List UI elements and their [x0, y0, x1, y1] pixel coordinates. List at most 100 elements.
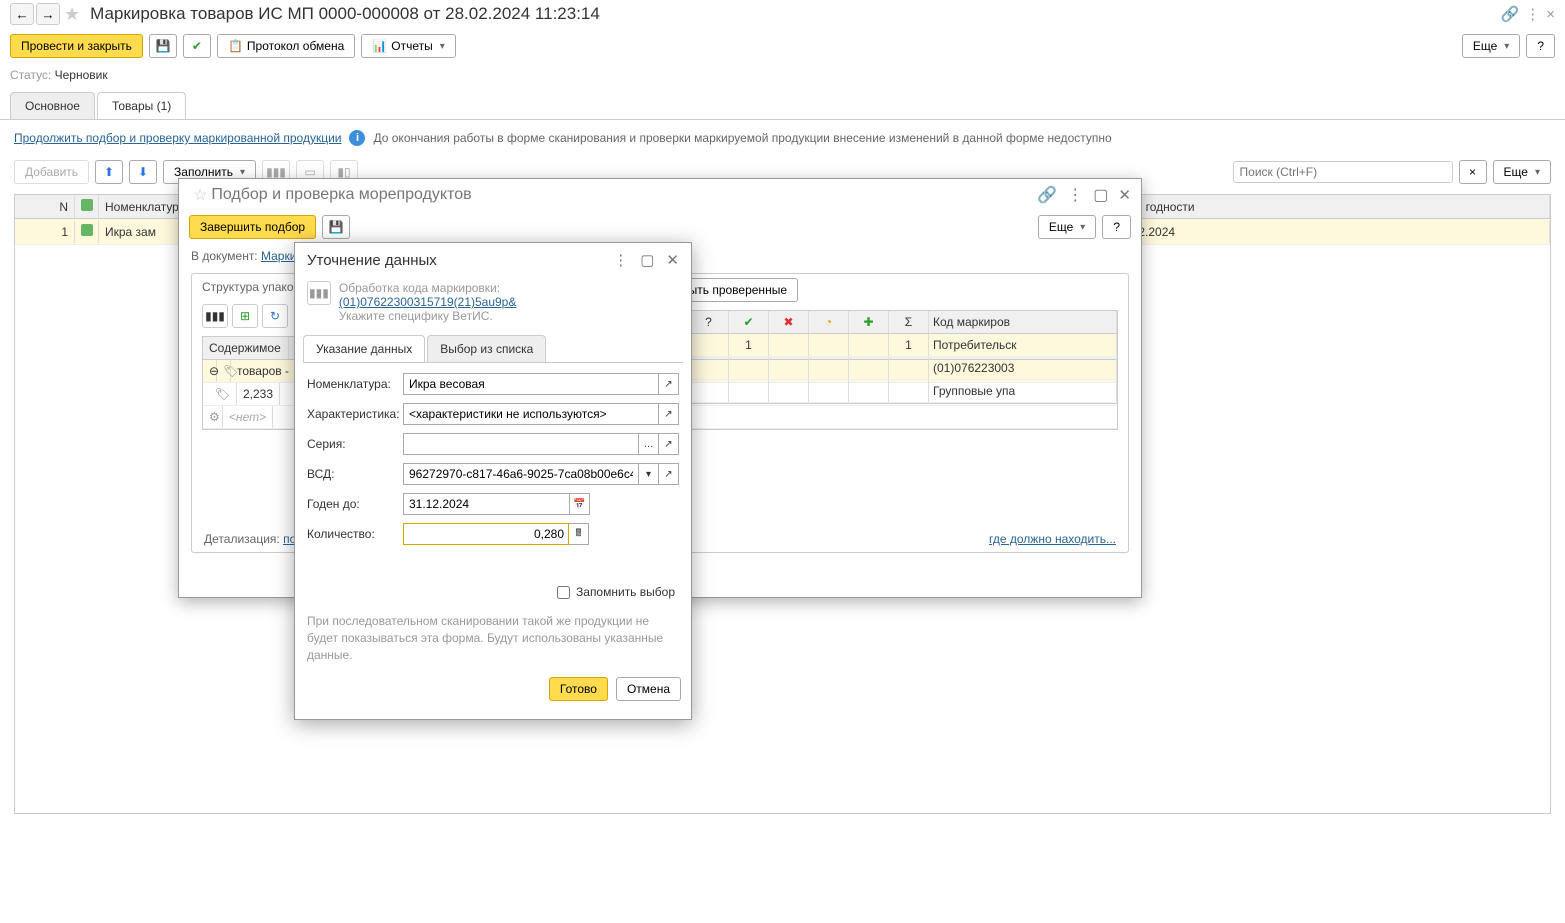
detail-link-2[interactable]: где должно находить... [989, 532, 1116, 546]
move-up-button[interactable]: ⬆ [95, 160, 123, 184]
add-button: Добавить [14, 160, 89, 184]
x-icon: ✖ [783, 315, 793, 329]
tree-value: 2,233 [237, 383, 280, 405]
remember-label: Запомнить выбор [576, 585, 675, 599]
post-and-close-button[interactable]: Провести и закрыть [10, 34, 143, 58]
finish-selection-button[interactable]: Завершить подбор [189, 215, 316, 239]
open-series-button[interactable]: ↗ [659, 433, 679, 455]
dialog-help-button[interactable]: ? [1102, 215, 1131, 239]
dialog-title: Подбор и проверка морепродуктов [211, 186, 471, 204]
cell-icon [75, 220, 99, 243]
save-button[interactable]: 💾 [149, 34, 177, 58]
detail-label: Детализация: [204, 532, 280, 546]
input-nomen[interactable] [403, 373, 659, 395]
dialog-maximize-icon[interactable]: ▢ [1093, 185, 1108, 205]
rt-row[interactable]: (01)076223003 [689, 357, 1117, 380]
tab-main[interactable]: Основное [10, 92, 95, 119]
link-icon[interactable]: 🔗 [1501, 5, 1520, 23]
label-date: Годен до: [307, 497, 403, 511]
calendar-button[interactable]: 📅 [570, 493, 590, 515]
plus-icon: ✚ [863, 315, 873, 329]
search-clear[interactable]: × [1459, 160, 1487, 184]
rt-col-plus[interactable]: ✚ [849, 311, 889, 333]
dialog-close-icon[interactable]: ✕ [1118, 186, 1131, 204]
dialog-kebab-icon[interactable]: ⋮ [1067, 185, 1083, 205]
col-status-icon[interactable] [75, 195, 99, 218]
m2-kebab-icon[interactable]: ⋮ [613, 251, 628, 269]
rt-col-check[interactable]: ✔ [729, 311, 769, 333]
label-char: Характеристика: [307, 407, 403, 421]
dialog-save-button[interactable]: 💾 [322, 215, 350, 239]
calculator-button[interactable]: 🖩 [569, 523, 589, 545]
col-expiry[interactable]: Срок годности [1109, 196, 1550, 218]
input-expiry-date[interactable] [403, 493, 570, 515]
post-icon: ✔ [192, 39, 202, 53]
status-col-icon [81, 199, 93, 211]
rt-col-sigma[interactable]: Σ [889, 311, 929, 333]
favorite-star-icon[interactable]: ★ [64, 4, 80, 25]
rt-col-pie[interactable]: ◔ [809, 311, 849, 333]
cancel-button[interactable]: Отмена [616, 677, 681, 701]
hint-text-1: Обработка кода маркировки: [339, 281, 500, 295]
move-down-button[interactable]: ⬇ [129, 160, 157, 184]
dialog-link-icon[interactable]: 🔗 [1037, 185, 1057, 205]
expand-icon-btn[interactable]: ⊞ [232, 304, 258, 328]
save-icon: 💾 [329, 220, 344, 234]
tab-goods[interactable]: Товары (1) [97, 92, 186, 119]
label-vsd: ВСД: [307, 467, 403, 481]
doc-label: В документ: [191, 249, 258, 263]
m2-close-icon[interactable]: ✕ [666, 251, 679, 269]
dropdown-vsd-button[interactable]: ▾ [639, 463, 659, 485]
protocol-icon: 📋 [228, 39, 243, 53]
tree-empty: <нет> [223, 406, 273, 428]
reports-dropdown[interactable]: 📊Отчеты [361, 34, 455, 58]
open-nomen-button[interactable]: ↗ [659, 373, 679, 395]
arrow-up-icon: ⬆ [104, 165, 114, 179]
tab-select-from-list[interactable]: Выбор из списка [427, 335, 546, 362]
grid-more-button[interactable]: Еще [1493, 160, 1551, 184]
marking-code-link[interactable]: (01)07622300315719(21)5au9p& [339, 295, 517, 309]
rt-col-code[interactable]: Код маркиров [929, 311, 1117, 333]
rt-code: Групповые упа [929, 380, 1117, 402]
nav-forward[interactable]: → [36, 3, 60, 25]
rt-row[interactable]: Групповые упа [689, 380, 1117, 403]
rt-row[interactable]: 11 Потребительск [689, 334, 1117, 357]
dialog-star-icon[interactable]: ☆ [193, 185, 207, 205]
rt-col-q[interactable]: ? [689, 311, 729, 333]
close-icon[interactable]: × [1546, 6, 1555, 23]
help-button[interactable]: ? [1526, 34, 1555, 58]
tree-label: товаров - [231, 360, 296, 382]
input-vsd[interactable] [403, 463, 639, 485]
refine-data-dialog: Уточнение данных ⋮ ▢ ✕ ▮▮▮ Обработка код… [294, 242, 692, 720]
info-text: До окончания работы в форме сканирования… [373, 131, 1111, 145]
nav-back[interactable]: ← [10, 3, 34, 25]
more-button[interactable]: Еще [1462, 34, 1520, 58]
protocol-button[interactable]: 📋Протокол обмена [217, 34, 355, 58]
continue-scan-link[interactable]: Продолжить подбор и проверку маркированн… [14, 131, 341, 145]
pie-icon: ◔ [825, 315, 832, 329]
input-char[interactable] [403, 403, 659, 425]
done-button[interactable]: Готово [549, 677, 608, 701]
sub-head-content[interactable]: Содержимое [203, 337, 289, 359]
cell-n: 1 [15, 221, 75, 243]
open-char-button[interactable]: ↗ [659, 403, 679, 425]
select-series-button[interactable]: … [639, 433, 659, 455]
refresh-icon-btn[interactable]: ↻ [262, 304, 288, 328]
kebab-icon[interactable]: ⋮ [1525, 5, 1540, 23]
input-series[interactable] [403, 433, 639, 455]
tab-specify-data[interactable]: Указание данных [303, 335, 425, 362]
label-qty: Количество: [307, 527, 403, 541]
barcode-icon-btn[interactable]: ▮▮▮ [202, 304, 228, 328]
m2-maximize-icon[interactable]: ▢ [640, 251, 654, 269]
barcode-icon: ▮▮▮ [307, 281, 331, 305]
search-input[interactable] [1233, 161, 1453, 183]
input-quantity[interactable] [403, 523, 569, 545]
rt-col-x[interactable]: ✖ [769, 311, 809, 333]
remember-checkbox[interactable] [557, 586, 570, 599]
col-n[interactable]: N [15, 196, 75, 218]
open-vsd-button[interactable]: ↗ [659, 463, 679, 485]
note-text: При последовательном сканировании такой … [295, 609, 691, 667]
doc-link[interactable]: Марки [261, 249, 296, 263]
post-button[interactable]: ✔ [183, 34, 211, 58]
dialog-more-button[interactable]: Еще [1038, 215, 1096, 239]
